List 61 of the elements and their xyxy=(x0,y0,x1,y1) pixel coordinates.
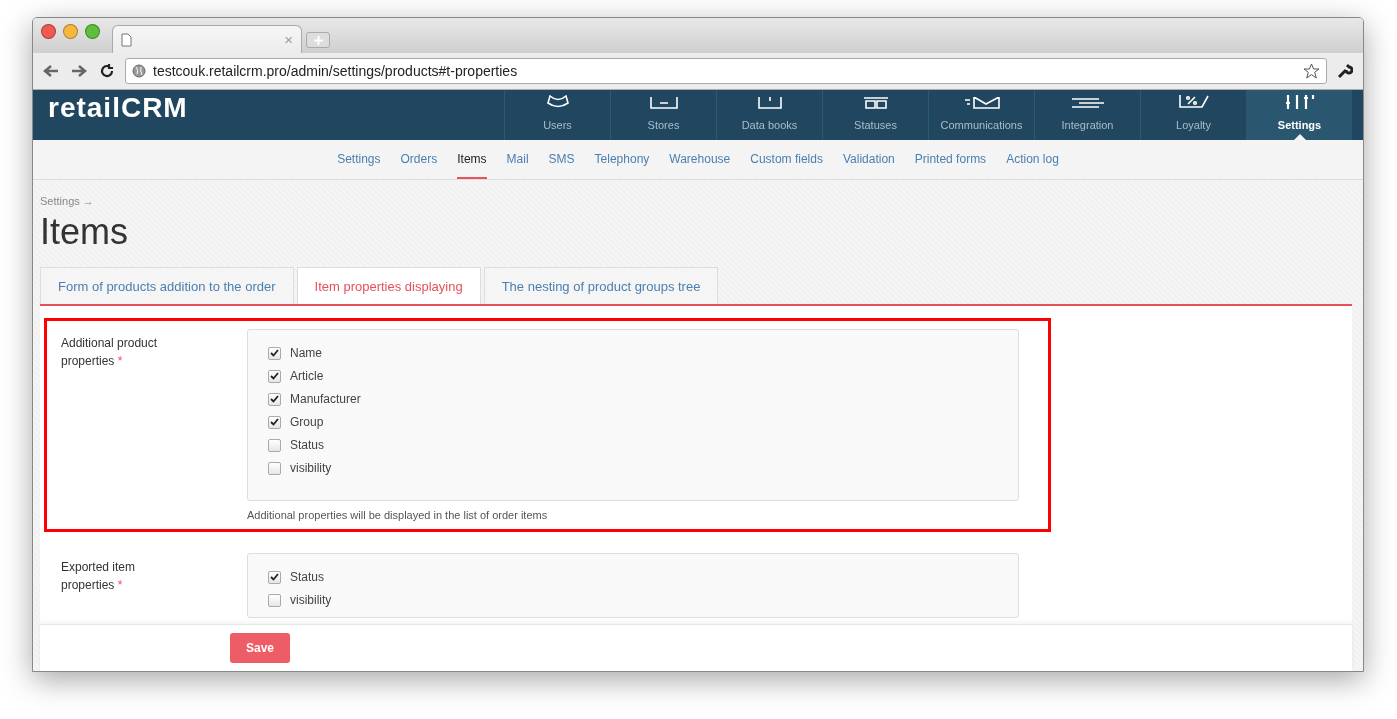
subnav-link[interactable]: Custom fields xyxy=(750,140,823,179)
star-icon[interactable] xyxy=(1303,63,1320,79)
subnav-link[interactable]: Mail xyxy=(506,140,529,179)
subnav-link[interactable]: Settings xyxy=(337,140,381,179)
checkbox-label: visibility xyxy=(290,461,332,475)
close-window-icon[interactable] xyxy=(41,24,56,39)
tab[interactable]: Form of products addition to the order xyxy=(40,267,294,304)
page-title: Items xyxy=(40,211,129,253)
tab[interactable]: Item properties displaying xyxy=(296,267,481,304)
checkbox-label: Name xyxy=(290,346,322,360)
subnav-link[interactable]: Warehouse xyxy=(669,140,731,179)
checkbox[interactable] xyxy=(268,369,281,383)
subnav-link[interactable]: Validation xyxy=(842,140,895,179)
wrench-button[interactable] xyxy=(1335,63,1355,79)
subnav-link[interactable]: Action log xyxy=(1006,140,1059,179)
nav-item[interactable]: Settings xyxy=(1246,90,1352,140)
grid-icon xyxy=(862,97,889,109)
tab[interactable]: The nesting of product groups tree xyxy=(483,267,719,304)
help-text: Additional properties will be displayed in the list of order items xyxy=(247,509,549,521)
store-icon xyxy=(649,97,678,109)
checkbox[interactable] xyxy=(268,593,281,607)
checkbox-label: visibility xyxy=(290,593,332,607)
minimize-window-icon[interactable] xyxy=(63,24,78,39)
browser-tab[interactable]: × xyxy=(112,25,302,53)
logo[interactable]: retailCRM xyxy=(48,92,504,124)
checkbox[interactable] xyxy=(268,570,281,584)
page-icon xyxy=(121,32,132,47)
percent-tag-icon xyxy=(1177,95,1210,109)
save-button[interactable]: Save xyxy=(230,633,291,663)
reload-icon xyxy=(100,64,114,78)
checkbox[interactable] xyxy=(268,461,281,475)
checkbox[interactable] xyxy=(268,346,281,360)
checkbox-label: Manufacturer xyxy=(290,392,361,406)
back-button[interactable] xyxy=(41,64,61,78)
checkbox-label: Article xyxy=(290,369,324,383)
field-label: Additional product properties * xyxy=(61,335,159,370)
checkbox[interactable] xyxy=(268,415,281,429)
plus-icon xyxy=(313,35,323,45)
checkbox[interactable] xyxy=(268,438,281,452)
url-text: testcouk.retailcrm.pro/admin/settings/products#t-properties xyxy=(153,63,519,79)
checkbox-label: Group xyxy=(290,415,324,429)
subnav-link[interactable]: SMS xyxy=(548,140,575,179)
checkbox[interactable] xyxy=(268,392,281,406)
back-arrow-icon xyxy=(43,64,59,78)
forward-button[interactable] xyxy=(69,64,89,78)
globe-icon xyxy=(132,64,146,78)
breadcrumb[interactable]: Settings → xyxy=(40,195,1352,207)
close-tab-icon[interactable]: × xyxy=(284,31,293,48)
subnav-link[interactable]: Orders xyxy=(400,140,438,179)
wrench-icon xyxy=(1337,63,1353,79)
subnav-link[interactable]: Printed forms xyxy=(914,140,987,179)
checkbox-label: Status xyxy=(290,438,325,452)
forward-arrow-icon xyxy=(71,64,87,78)
checkbox-label: Status xyxy=(290,570,325,584)
envelope-icon xyxy=(963,97,1000,109)
subnav-link[interactable]: Telephony xyxy=(594,140,650,179)
sliders-icon xyxy=(1284,95,1315,109)
lines-icon xyxy=(1070,97,1105,109)
zoom-window-icon[interactable] xyxy=(85,24,100,39)
field-label: Exported item properties * xyxy=(61,559,137,594)
address-bar[interactable]: testcouk.retailcrm.pro/admin/settings/products#t-properties xyxy=(125,58,1327,84)
